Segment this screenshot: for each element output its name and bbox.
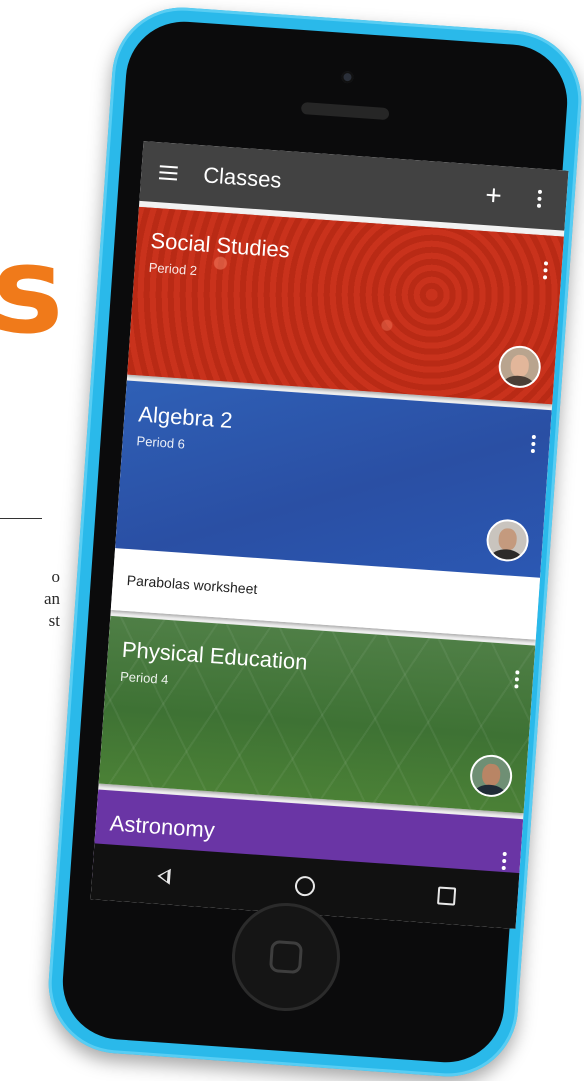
card-more-vert-icon[interactable] bbox=[530, 434, 536, 454]
class-name[interactable]: Social Studies bbox=[150, 228, 291, 264]
home-button-square-icon bbox=[268, 939, 304, 975]
more-vert-icon[interactable] bbox=[526, 185, 554, 213]
home-circle-icon[interactable] bbox=[284, 865, 327, 908]
background-letter: s bbox=[0, 222, 64, 361]
card-more-vert-icon[interactable] bbox=[542, 261, 549, 280]
background-text: o an st bbox=[0, 566, 60, 632]
class-card-banner[interactable]: Social Studies Period 2 bbox=[127, 206, 564, 405]
front-camera bbox=[341, 70, 354, 84]
home-button[interactable] bbox=[228, 899, 344, 1015]
back-triangle-icon[interactable] bbox=[142, 855, 185, 898]
background-rule bbox=[0, 518, 42, 519]
class-card-banner[interactable]: Physical Education Period 4 bbox=[98, 615, 536, 814]
phone-face: Classes + Social Studies Period 2 Algebr… bbox=[58, 17, 572, 1067]
teacher-avatar[interactable] bbox=[468, 753, 514, 799]
class-card-social-studies[interactable]: Social Studies Period 2 bbox=[127, 206, 564, 405]
card-more-vert-icon[interactable] bbox=[514, 670, 520, 689]
class-card-algebra-2[interactable]: Algebra 2 Period 6 Parabolas worksheet bbox=[110, 380, 552, 640]
teacher-avatar[interactable] bbox=[485, 518, 530, 563]
plus-icon[interactable]: + bbox=[480, 179, 508, 211]
class-period: Period 4 bbox=[119, 668, 169, 688]
phone-body: Classes + Social Studies Period 2 Algebr… bbox=[44, 2, 584, 1081]
teacher-avatar[interactable] bbox=[497, 344, 543, 390]
class-name[interactable]: Algebra 2 bbox=[138, 401, 234, 434]
background-text-line: st bbox=[48, 611, 60, 630]
app-screen: Classes + Social Studies Period 2 Algebr… bbox=[90, 141, 569, 929]
class-card-banner[interactable]: Algebra 2 Period 6 bbox=[115, 380, 552, 578]
card-more-vert-icon[interactable] bbox=[501, 851, 507, 871]
phone: Classes + Social Studies Period 2 Algebr… bbox=[44, 0, 584, 1081]
class-card-physical-education[interactable]: Physical Education Period 4 bbox=[98, 615, 536, 814]
class-period: Period 6 bbox=[136, 433, 186, 452]
earpiece-speaker bbox=[300, 101, 390, 121]
hamburger-icon[interactable] bbox=[155, 159, 183, 187]
background-text-line: o bbox=[51, 567, 61, 586]
class-name[interactable]: Astronomy bbox=[109, 810, 216, 843]
class-period: Period 2 bbox=[148, 259, 198, 279]
recents-square-icon[interactable] bbox=[425, 875, 468, 918]
background-text-line: an bbox=[43, 589, 60, 608]
page-title: Classes bbox=[202, 162, 283, 193]
class-card-list: Social Studies Period 2 Algebra 2 Period… bbox=[92, 201, 564, 907]
